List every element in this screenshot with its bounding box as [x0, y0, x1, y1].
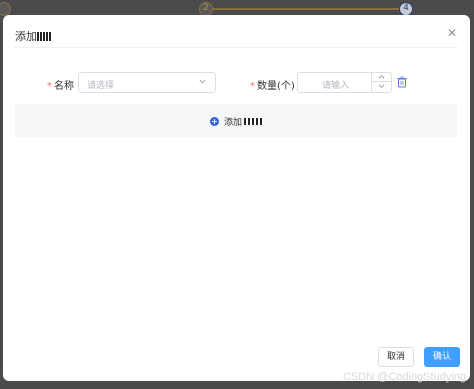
- step-connector: [213, 8, 399, 10]
- redacted-text: [244, 117, 263, 125]
- plus-circle-icon: +: [210, 116, 219, 126]
- add-row-label: 添加: [224, 117, 243, 128]
- required-mark: *: [250, 81, 255, 92]
- dialog-title: 添加: [15, 28, 51, 44]
- add-row-area: + 添加: [15, 104, 457, 137]
- decrease-icon[interactable]: [372, 83, 391, 92]
- name-label: * 名称: [47, 77, 74, 92]
- dialog-title-text: 添加: [15, 30, 37, 43]
- chevron-down-icon: [198, 77, 207, 89]
- step-circle-4: 4: [399, 2, 413, 16]
- delete-icon[interactable]: [397, 76, 407, 88]
- redacted-text: [37, 32, 51, 41]
- watermark: CSDN @CodingStudying: [342, 371, 466, 383]
- quantity-input[interactable]: 请输入: [297, 72, 392, 93]
- confirm-button[interactable]: 确认: [424, 347, 460, 367]
- increase-icon[interactable]: [372, 73, 391, 82]
- name-label-text: 名称: [54, 81, 74, 92]
- name-select[interactable]: 请选择: [78, 72, 216, 93]
- add-dialog: 添加 ✕ * 名称 请选择 * 数量(个) 请输入 + 添加 取消 确认: [3, 15, 470, 381]
- quantity-placeholder: 请输入: [322, 81, 350, 91]
- quantity-label-text: 数量(个): [257, 81, 295, 92]
- form-row: * 名称 请选择 * 数量(个) 请输入: [3, 72, 470, 94]
- step-circle-2: 2: [199, 2, 213, 16]
- header-divider: [15, 47, 458, 48]
- name-select-placeholder: 请选择: [87, 81, 115, 91]
- add-row-button[interactable]: + 添加: [210, 115, 263, 128]
- step-circle: [0, 2, 11, 16]
- quantity-label: * 数量(个): [250, 77, 295, 92]
- background-stepper: 2 4: [0, 0, 474, 16]
- cancel-button[interactable]: 取消: [378, 347, 414, 367]
- required-mark: *: [47, 81, 52, 92]
- quantity-stepper: [371, 73, 391, 92]
- close-icon[interactable]: ✕: [446, 27, 458, 39]
